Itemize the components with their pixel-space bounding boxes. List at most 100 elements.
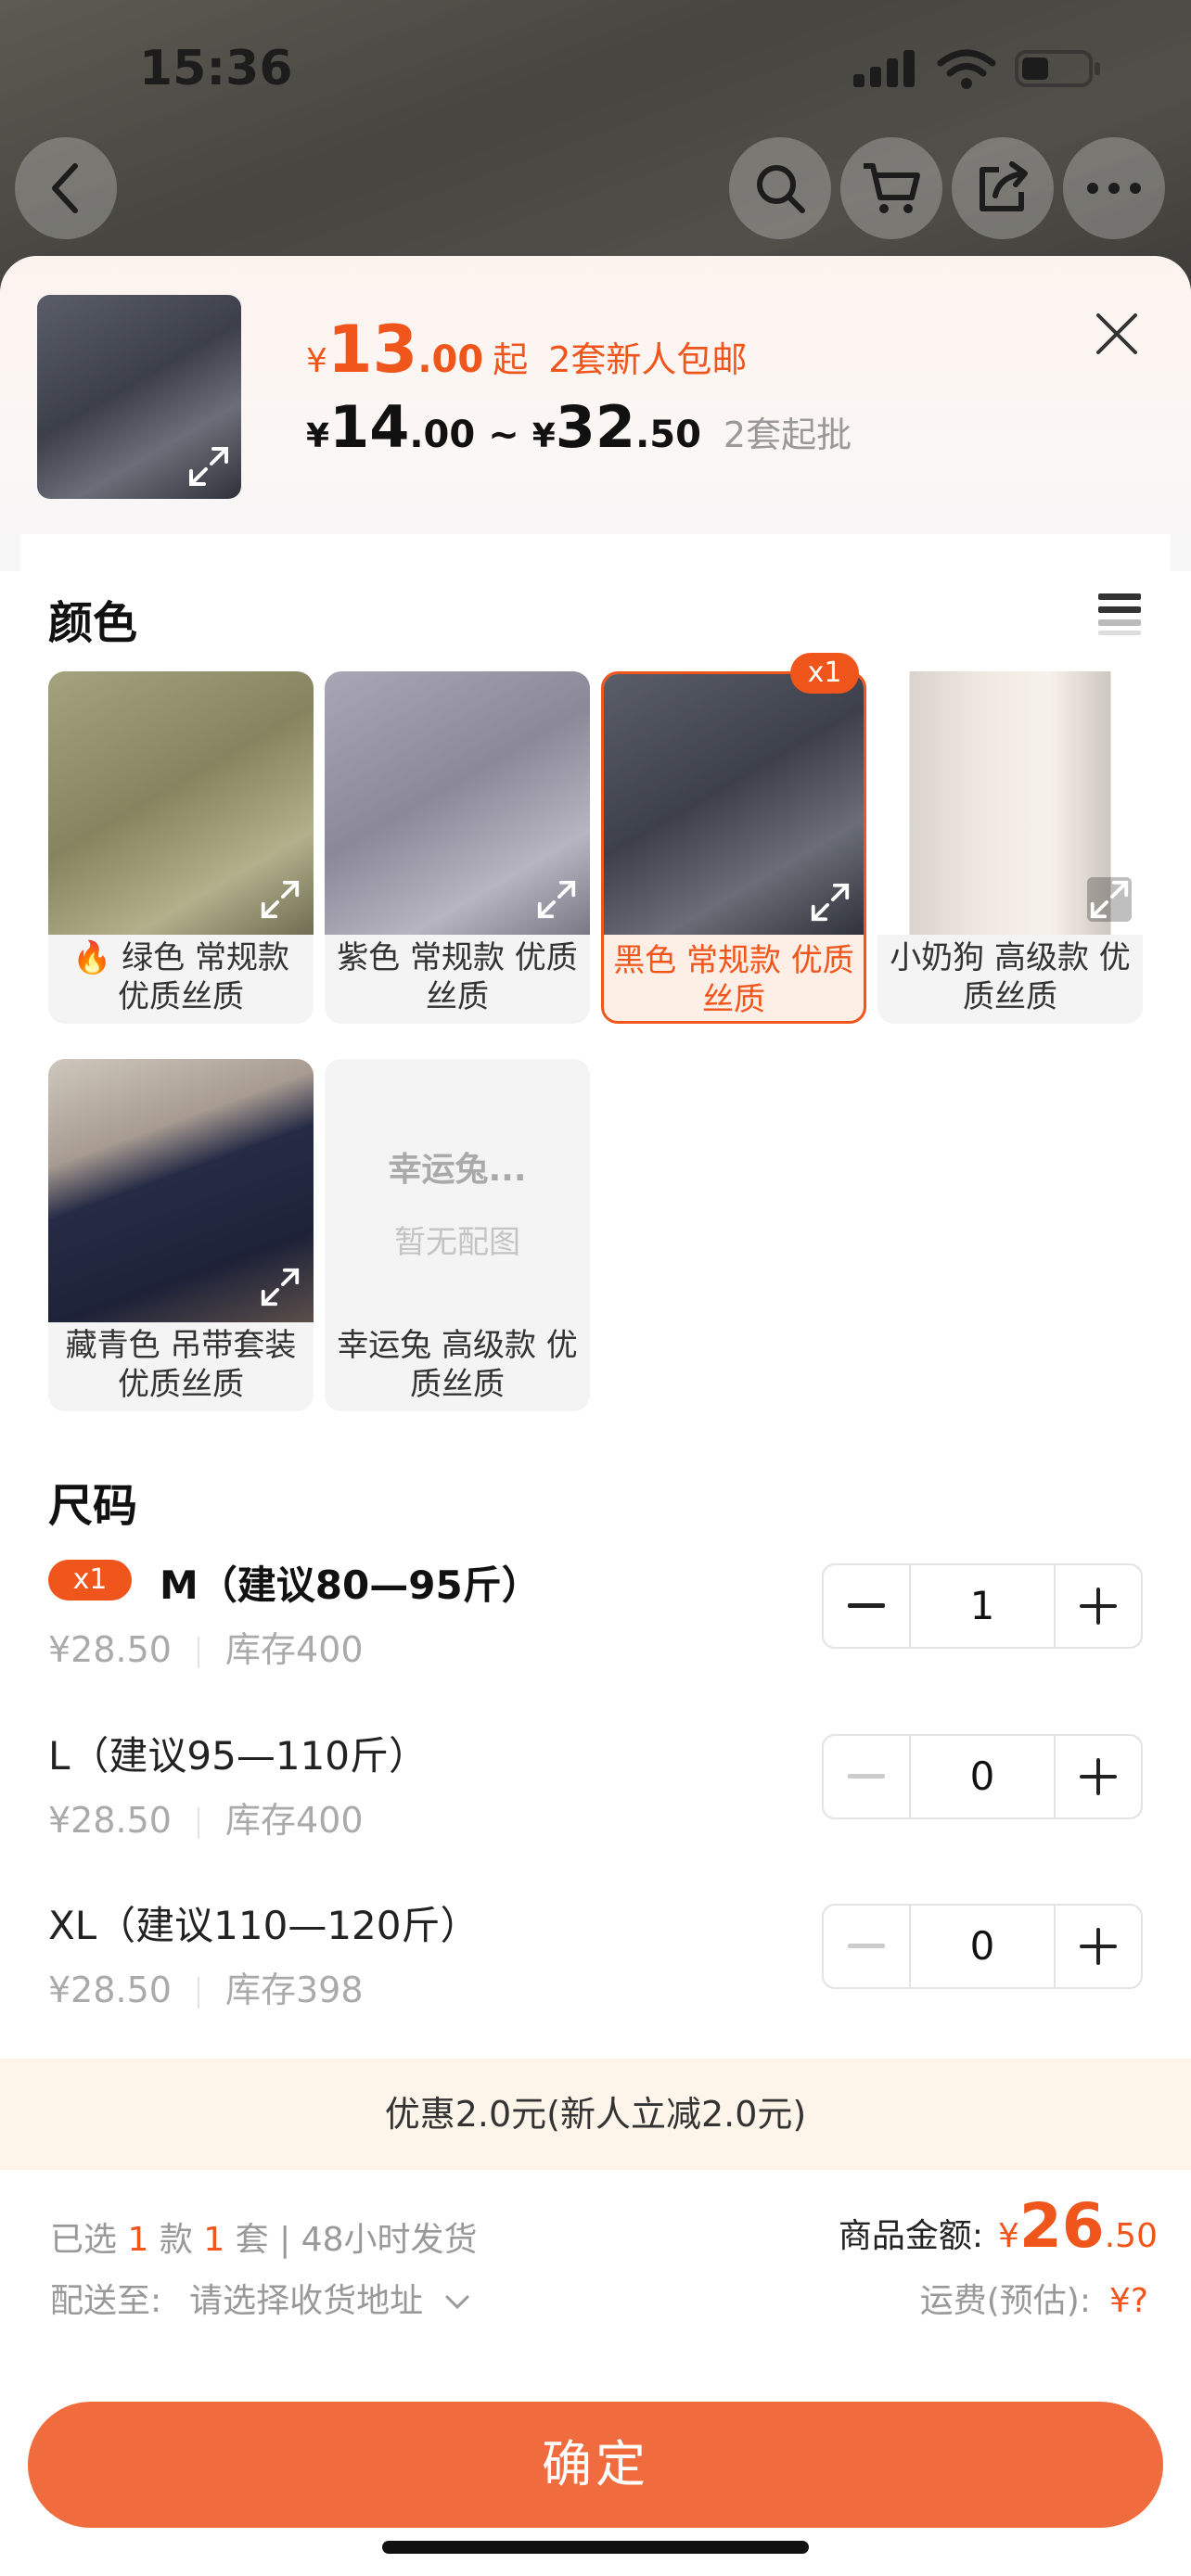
price-high-integer: 32 bbox=[555, 393, 636, 461]
order-summary: 已选 1 款 1 套 | 48小时发货 配送至: 请选择收货地址 商品金额: ¥26… bbox=[0, 2170, 1191, 2576]
plus-icon bbox=[1080, 1928, 1117, 1965]
price-low-decimal: .00 bbox=[409, 414, 476, 456]
option-label: 紫色 常规款 优质丝质 bbox=[337, 939, 578, 1015]
decrease-button[interactable] bbox=[824, 1736, 911, 1817]
size-name: XL（建议110—120斤） bbox=[48, 1903, 480, 1948]
selected-prefix: 已选 bbox=[50, 2221, 118, 2259]
home-indicator bbox=[382, 2541, 809, 2554]
quantity-value[interactable]: 0 bbox=[909, 1736, 1056, 1817]
price-high-decimal: .50 bbox=[635, 414, 701, 456]
color-option-rabbit[interactable]: 幸运兔... 暂无配图 幸运兔 高级款 优质丝质 bbox=[325, 1059, 590, 1411]
option-label: 藏青色 吊带套装 优质丝质 bbox=[65, 1327, 297, 1403]
size-section-title: 尺码 bbox=[48, 1480, 138, 1532]
expand-icon[interactable] bbox=[534, 877, 579, 922]
status-time: 15:36 bbox=[139, 41, 293, 96]
size-price: ¥28.50 bbox=[48, 1970, 172, 2010]
back-button[interactable] bbox=[15, 137, 117, 239]
size-price: ¥28.50 bbox=[48, 1800, 172, 1841]
search-button[interactable] bbox=[729, 137, 831, 239]
amount-integer: 26 bbox=[1018, 2190, 1105, 2262]
ship-to[interactable]: 配送至: 请选择收货地址 bbox=[50, 2274, 471, 2322]
size-stock: 库存400 bbox=[224, 1800, 364, 1841]
share-button[interactable] bbox=[952, 137, 1054, 239]
cart-button[interactable] bbox=[840, 137, 942, 239]
increase-button[interactable] bbox=[1054, 1565, 1141, 1647]
price-from: ¥13.00 起 2套新人包邮 bbox=[306, 312, 747, 388]
expand-icon bbox=[189, 447, 228, 486]
quantity-stepper: 1 bbox=[822, 1563, 1143, 1649]
selected-kinds: 1 bbox=[127, 2221, 149, 2259]
price-decimal: .00 bbox=[417, 338, 484, 381]
color-option-green[interactable]: 🔥 绿色 常规款 优质丝质 bbox=[48, 671, 314, 1024]
size-stock: 库存398 bbox=[224, 1970, 364, 2010]
option-label: 幸运兔 高级款 优质丝质 bbox=[337, 1327, 578, 1403]
color-option-black[interactable]: 黑色 常规款 优质丝质 bbox=[601, 671, 866, 1024]
size-price-stock: ¥28.50 库存400 bbox=[48, 1621, 364, 1672]
option-label: 小奶狗 高级款 优质丝质 bbox=[890, 939, 1131, 1015]
amount-label: 商品金额: bbox=[838, 2217, 983, 2255]
color-option-puppy[interactable]: 小奶狗 高级款 优质丝质 bbox=[877, 671, 1143, 1024]
freight-label: 运费(预估): bbox=[919, 2282, 1091, 2320]
cart-icon bbox=[864, 163, 920, 213]
decrease-button[interactable] bbox=[824, 1906, 911, 1987]
size-price-stock: ¥28.50 库存398 bbox=[48, 1961, 364, 2012]
size-stock: 库存400 bbox=[224, 1629, 364, 1670]
color-option-navy[interactable]: 藏青色 吊带套装 优质丝质 bbox=[48, 1059, 314, 1411]
expand-icon[interactable] bbox=[808, 880, 852, 925]
option-label: 黑色 常规款 优质丝质 bbox=[613, 942, 854, 1018]
list-view-icon[interactable] bbox=[1096, 590, 1143, 636]
kinds-unit: 款 bbox=[159, 2221, 193, 2259]
selection-info: 已选 1 款 1 套 | 48小时发货 bbox=[50, 2213, 477, 2261]
amount-currency: ¥ bbox=[997, 2217, 1019, 2255]
more-button[interactable] bbox=[1063, 137, 1165, 239]
size-row-l: L（建议95—110斤） ¥28.50 库存400 0 bbox=[48, 1725, 1143, 1855]
option-label-text: 绿色 常规款 优质丝质 bbox=[118, 939, 289, 1015]
more-icon bbox=[1087, 183, 1141, 194]
product-thumbnail[interactable] bbox=[37, 295, 241, 499]
decrease-button[interactable] bbox=[824, 1565, 911, 1647]
promo-text: 2套新人包邮 bbox=[548, 339, 748, 380]
currency-symbol: ¥ bbox=[306, 342, 327, 380]
plus-icon bbox=[1080, 1758, 1117, 1795]
price-range: ¥14.00 ~ ¥32.50 2套起批 bbox=[306, 393, 852, 461]
battery-icon bbox=[1015, 50, 1100, 87]
fire-icon: 🔥 bbox=[72, 939, 112, 976]
close-icon[interactable] bbox=[1095, 312, 1139, 356]
price-low-integer: 14 bbox=[329, 393, 410, 461]
expand-icon[interactable] bbox=[258, 877, 302, 922]
selected-sets: 1 bbox=[203, 2221, 225, 2259]
ship-to-label: 配送至: bbox=[50, 2282, 162, 2320]
size-name: M（建议80—95斤） bbox=[160, 1562, 541, 1608]
quantity-stepper: 0 bbox=[822, 1904, 1143, 1989]
sku-selector-sheet: ¥13.00 起 2套新人包邮 ¥14.00 ~ ¥32.50 2套起批 颜色 🔥 绿色 … bbox=[0, 256, 1191, 2576]
chevron-left-icon bbox=[52, 163, 78, 213]
quantity-stepper: 0 bbox=[822, 1734, 1143, 1819]
confirm-button[interactable]: 确定 bbox=[28, 2402, 1163, 2528]
status-bar: 15:36 bbox=[0, 0, 1191, 139]
increase-button[interactable] bbox=[1054, 1906, 1141, 1987]
discount-bar: 优惠2.0元(新人立减2.0元) bbox=[0, 2059, 1191, 2170]
color-section-title: 颜色 bbox=[48, 597, 138, 649]
minus-icon bbox=[848, 1944, 885, 1948]
expand-icon[interactable] bbox=[258, 1265, 302, 1309]
expand-icon[interactable] bbox=[1087, 877, 1132, 922]
search-icon bbox=[757, 165, 805, 213]
size-price: ¥28.50 bbox=[48, 1629, 172, 1670]
price-integer: 13 bbox=[327, 312, 418, 388]
quantity-value[interactable]: 0 bbox=[909, 1906, 1056, 1987]
price-suffix: 起 bbox=[493, 339, 529, 380]
selected-count-badge: x1 bbox=[790, 653, 859, 694]
ship-to-value[interactable]: 请选择收货地址 bbox=[189, 2282, 423, 2320]
increase-button[interactable] bbox=[1054, 1736, 1141, 1817]
size-row-xl: XL（建议110—120斤） ¥28.50 库存398 0 bbox=[48, 1894, 1143, 2024]
currency-symbol: ¥ bbox=[531, 417, 556, 455]
signal-icon bbox=[853, 50, 915, 87]
color-option-purple[interactable]: 紫色 常规款 优质丝质 bbox=[325, 671, 590, 1024]
amount-decimal: .50 bbox=[1104, 2217, 1158, 2255]
divider bbox=[197, 1806, 199, 1839]
freight-estimate: 运费(预估): ¥? bbox=[920, 2274, 1148, 2322]
divider bbox=[197, 1976, 199, 2009]
divider bbox=[197, 1636, 199, 1668]
quantity-value[interactable]: 1 bbox=[909, 1565, 1056, 1647]
size-count-badge: x1 bbox=[48, 1560, 132, 1600]
